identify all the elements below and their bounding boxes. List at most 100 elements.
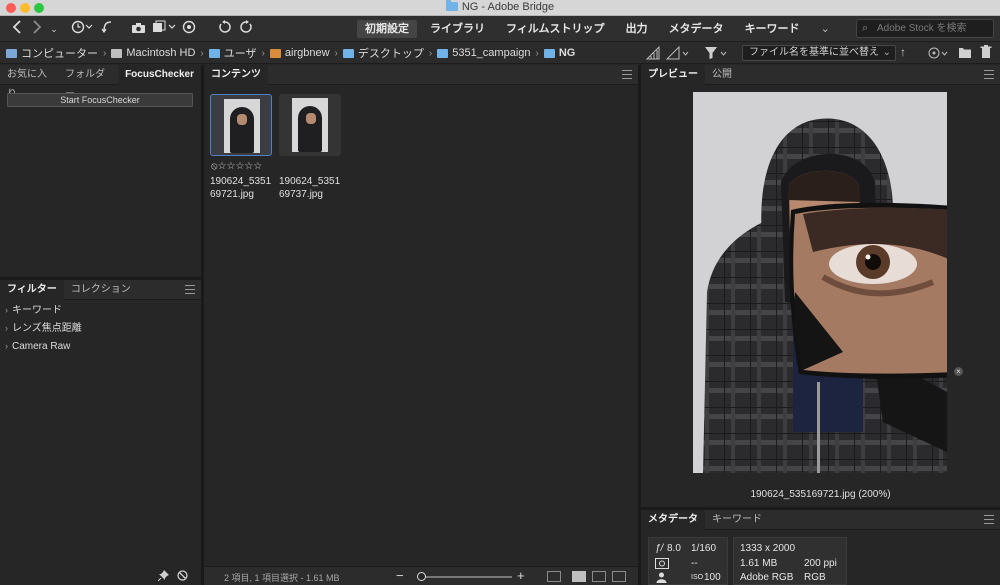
color-profile-value: Adobe RGB — [740, 572, 794, 583]
close-loupe-icon[interactable]: × — [954, 367, 963, 376]
return-icon[interactable] — [100, 20, 114, 38]
breadcrumb-item-computer[interactable]: コンピューター › — [6, 45, 111, 61]
pin-icon[interactable] — [157, 570, 169, 584]
status-text: 2 項目, 1 項目選択 - 1.61 MB — [224, 573, 340, 583]
flash-value: -- — [691, 558, 698, 569]
zoom-in-button[interactable]: + — [517, 568, 525, 583]
clear-filter-icon[interactable] — [177, 570, 188, 584]
content-footer: 2 項目, 1 項目選択 - 1.61 MB − + — [204, 566, 638, 585]
metering-icon — [655, 558, 669, 572]
rotate-sync-icon[interactable] — [182, 20, 196, 38]
user-icon — [656, 572, 667, 585]
panel-menu-icon[interactable] — [622, 70, 632, 79]
thumbnail-filename[interactable]: 190624_5351 69737.jpg — [279, 175, 347, 201]
tab-collections[interactable]: コレクション — [64, 280, 138, 300]
view-list-icon[interactable] — [612, 571, 626, 582]
tab-filter[interactable]: フィルター — [0, 280, 64, 300]
thumbnail-item-2[interactable] — [279, 94, 341, 156]
left-panel-footer — [0, 566, 201, 585]
aperture-value: 8.0 — [667, 543, 681, 554]
search-placeholder: Adobe Stock を検索 — [877, 23, 967, 34]
recent-history-icon[interactable] — [70, 20, 94, 38]
folder-icon — [208, 48, 220, 58]
panel-menu-icon[interactable] — [185, 285, 195, 294]
filter-item-focal-length[interactable]: › レンズ焦点距離 — [5, 321, 82, 335]
panel-tabs: コンテンツ — [204, 65, 638, 85]
back-icon[interactable] — [8, 20, 26, 38]
star-rating[interactable]: ⦸☆☆☆☆☆ — [211, 161, 262, 172]
tab-favorites[interactable]: お気に入り — [0, 65, 63, 100]
quality-options-icon[interactable] — [665, 45, 690, 63]
filesize-value: 1.61 MB — [740, 558, 778, 569]
zoom-out-button[interactable]: − — [396, 568, 404, 583]
view-details-icon[interactable] — [592, 571, 606, 582]
left-horizontal-splitter[interactable] — [0, 277, 201, 280]
tab-publish[interactable]: 公開 — [705, 65, 739, 85]
tab-keywords[interactable]: キーワード — [705, 510, 769, 530]
new-folder-icon[interactable] — [958, 46, 972, 62]
rotate-left-icon[interactable] — [217, 20, 233, 38]
chevron-down-icon[interactable]: ⌄ — [48, 20, 60, 38]
camera-icon[interactable] — [130, 20, 146, 38]
computer-icon — [6, 48, 17, 58]
workspace-tab-default[interactable]: 初期設定 — [357, 20, 417, 38]
thumbnail-item-1[interactable] — [210, 94, 272, 156]
chevron-right-icon: › — [261, 47, 265, 59]
workspace-tab-filmstrip[interactable]: フィルムストリップ — [498, 20, 613, 38]
adobe-stock-search-input[interactable]: ⌕ Adobe Stock を検索 — [856, 19, 994, 38]
camera-data-box: ƒ/ 8.0 1/160 -- ISO 100 — [648, 537, 728, 585]
sort-ascending-icon[interactable]: ↑ — [900, 45, 906, 59]
refine-icon[interactable] — [152, 20, 178, 38]
rotate-right-icon[interactable] — [238, 20, 254, 38]
hard-drive-icon — [111, 48, 123, 58]
trash-icon[interactable] — [980, 45, 992, 62]
breadcrumb-item-hd[interactable]: Macintosh HD › — [111, 47, 208, 59]
preview-image[interactable] — [693, 92, 947, 473]
panel-menu-icon[interactable] — [984, 515, 994, 524]
filter-panel: フィルター コレクション › キーワード › レンズ焦点距離 › Camera Raw — [0, 280, 201, 566]
window-title-text: NG - Adobe Bridge — [461, 1, 555, 13]
sort-dropdown[interactable]: ファイル名を基準に並べ替え ⌄ — [742, 45, 896, 61]
shutter-value: 1/160 — [691, 543, 717, 554]
thumbnail-size-slider[interactable] — [420, 576, 512, 578]
tab-folders[interactable]: フォルダー — [63, 65, 118, 100]
breadcrumb-item-campaign[interactable]: 5351_campaign › — [437, 47, 544, 59]
aperture-label: ƒ/ — [655, 543, 664, 554]
tab-content[interactable]: コンテンツ — [204, 65, 268, 85]
forward-icon[interactable] — [30, 20, 44, 38]
chevron-right-icon: › — [200, 47, 204, 59]
workspace-tab-library[interactable]: ライブラリ — [422, 20, 493, 38]
tab-focuschecker[interactable]: FocusChecker — [118, 65, 201, 85]
path-bar: コンピューター › Macintosh HD › ユーザ › airgbnew › デス… — [0, 42, 1000, 64]
breadcrumb-item-ng[interactable]: NG — [543, 47, 575, 59]
file-data-box: 1333 x 2000 1.61 MB 200 ppi Adobe RGB RG… — [733, 537, 847, 585]
panel-menu-icon[interactable] — [984, 70, 994, 79]
panel-tabs: プレビュー 公開 — [641, 65, 1000, 85]
filter-item-camera-raw[interactable]: › Camera Raw — [5, 339, 70, 353]
tab-preview[interactable]: プレビュー — [641, 65, 705, 85]
breadcrumb-item-home[interactable]: airgbnew › — [269, 47, 343, 59]
workspace-tab-keywords[interactable]: キーワード — [737, 20, 808, 38]
preview-caption: 190624_535169721.jpg (200%) — [750, 489, 891, 500]
window-title: NG - Adobe Bridge — [0, 0, 1000, 13]
slider-handle[interactable] — [417, 572, 426, 581]
color-mode-value: RGB — [804, 572, 826, 583]
breadcrumb-item-desktop[interactable]: デスクトップ › — [342, 45, 437, 61]
start-focuschecker-button[interactable]: Start FocusChecker — [7, 93, 193, 107]
chevron-right-icon: › — [5, 323, 8, 333]
filter-item-keywords[interactable]: › キーワード — [5, 303, 62, 317]
home-icon — [269, 48, 281, 58]
view-grid-lock-icon[interactable] — [547, 571, 561, 582]
view-thumbnails-icon[interactable] — [572, 571, 586, 582]
new-folder-options-icon[interactable] — [928, 46, 952, 63]
thumbnail-filename[interactable]: 190624_5351 69721.jpg — [210, 175, 278, 201]
workspace-more-chevron-down-icon[interactable]: ⌄ — [813, 20, 838, 38]
workspace-tab-output[interactable]: 出力 — [618, 20, 656, 38]
thumbnail-image — [224, 99, 260, 153]
tab-metadata[interactable]: メタデータ — [641, 510, 705, 530]
breadcrumb-item-users[interactable]: ユーザ › — [208, 45, 270, 61]
filter-icon[interactable] — [704, 46, 730, 63]
quality-icon[interactable] — [645, 45, 660, 63]
workspace-tab-metadata[interactable]: メタデータ — [661, 20, 732, 38]
panel-tabs: メタデータ キーワード — [641, 510, 1000, 530]
